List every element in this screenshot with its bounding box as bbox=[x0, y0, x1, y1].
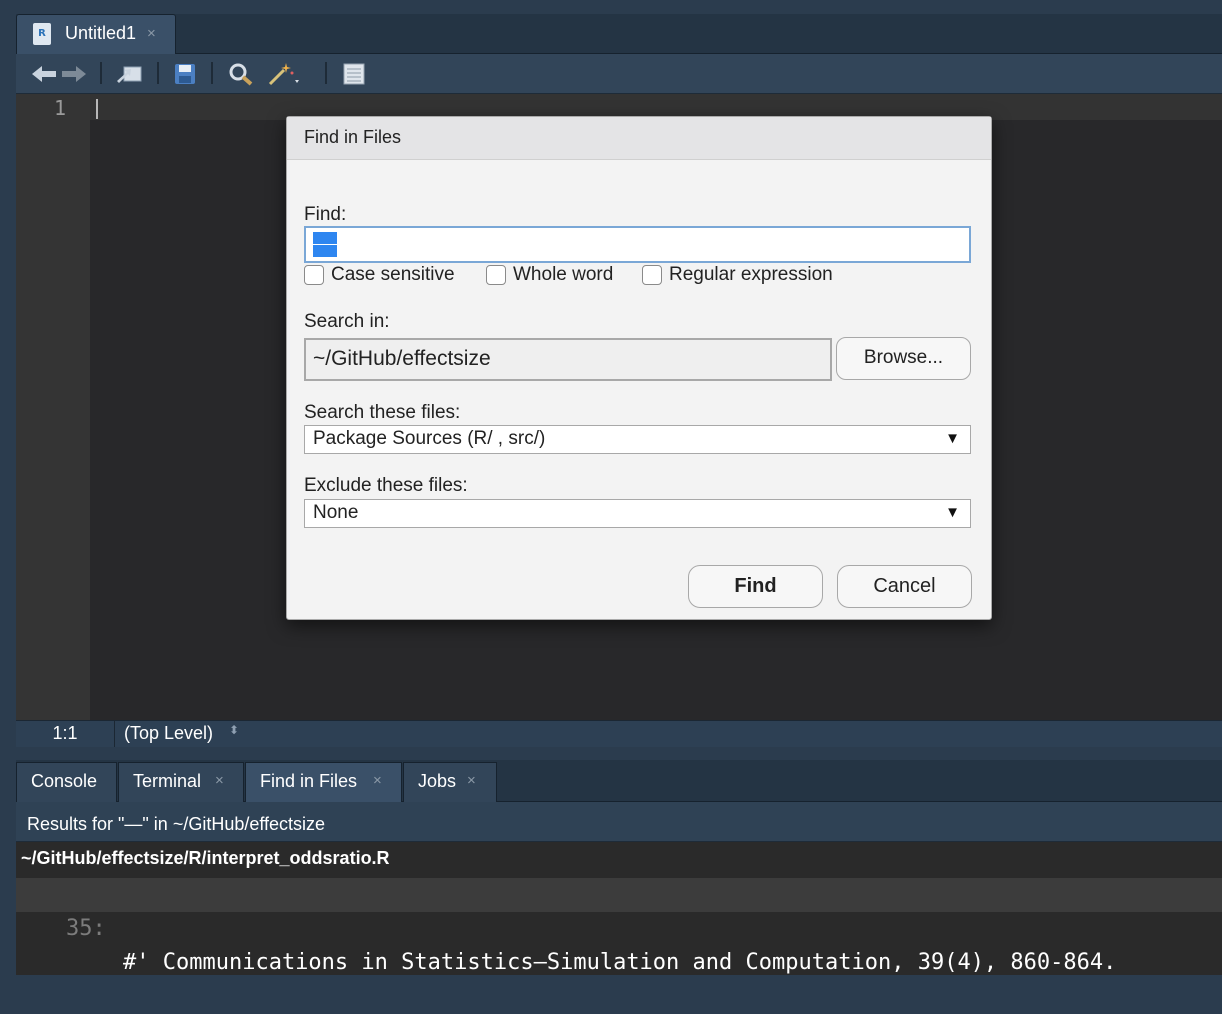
find-results-list: ~/GitHub/effectsize/R/interpret_oddsrati… bbox=[16, 842, 1222, 975]
close-tab-icon[interactable]: × bbox=[215, 763, 224, 799]
tab-terminal[interactable]: Terminal × bbox=[118, 762, 244, 802]
editor-toolbar bbox=[16, 54, 1222, 94]
toolbar-separator bbox=[211, 62, 213, 84]
dialog-titlebar: Find in Files bbox=[287, 117, 991, 160]
selected-text-highlight bbox=[313, 232, 337, 257]
console-pane: Console Terminal × Find in Files × Jobs … bbox=[16, 760, 1222, 975]
close-tab-icon[interactable]: × bbox=[147, 25, 156, 42]
line-number-gutter: 1 bbox=[16, 94, 90, 720]
toolbar-separator bbox=[325, 62, 327, 84]
result-file-path: ~/GitHub/effectsize/R/interpret_oddsrati… bbox=[21, 848, 390, 868]
exclude-files-label: Exclude these files: bbox=[304, 475, 468, 496]
whole-word-checkbox[interactable] bbox=[486, 265, 506, 285]
line-number: 1 bbox=[53, 96, 66, 120]
tab-label: Console bbox=[31, 771, 98, 791]
regex-label: Regular expression bbox=[669, 264, 833, 285]
result-match-row[interactable]: 35: #' Communications in Statistics—Simu… bbox=[16, 878, 1222, 975]
pane-tab-strip: Console Terminal × Find in Files × Jobs … bbox=[16, 760, 1222, 802]
show-in-new-window-icon[interactable] bbox=[114, 60, 144, 88]
search-in-directory-field[interactable]: ~/GitHub/effectsize bbox=[304, 338, 832, 381]
arrow-right-icon[interactable] bbox=[60, 60, 88, 88]
cancel-button[interactable]: Cancel bbox=[837, 565, 972, 608]
find-input[interactable] bbox=[304, 226, 971, 263]
search-files-select[interactable]: Package Sources (R/ , src/) ▼ bbox=[304, 425, 971, 454]
case-sensitive-option[interactable]: Case sensitive bbox=[304, 263, 455, 287]
tab-label: Find in Files bbox=[260, 771, 358, 791]
regex-checkbox[interactable] bbox=[642, 265, 662, 285]
search-files-value: Package Sources (R/ , src/) bbox=[313, 428, 546, 449]
exclude-files-value: None bbox=[313, 502, 359, 523]
whole-word-label: Whole word bbox=[513, 264, 614, 285]
whole-word-option[interactable]: Whole word bbox=[486, 263, 613, 287]
search-in-label: Search in: bbox=[304, 311, 390, 332]
arrow-left-icon[interactable] bbox=[30, 60, 58, 88]
regex-option[interactable]: Regular expression bbox=[642, 263, 833, 287]
tab-find-in-files[interactable]: Find in Files × bbox=[245, 762, 402, 802]
tab-jobs[interactable]: Jobs × bbox=[403, 762, 497, 802]
toolbar-separator bbox=[157, 62, 159, 84]
find-results-header: Results for "—" in ~/GitHub/effectsize bbox=[16, 802, 1222, 842]
find-in-files-dialog: Find in Files Find: Case sensitive Whole… bbox=[286, 116, 992, 620]
close-tab-icon[interactable]: × bbox=[467, 763, 476, 799]
tab-untitled1[interactable]: R Untitled1 × bbox=[16, 14, 176, 54]
r-file-icon: R bbox=[33, 23, 51, 45]
search-files-label: Search these files: bbox=[304, 402, 461, 423]
case-sensitive-label: Case sensitive bbox=[331, 264, 455, 285]
save-icon[interactable] bbox=[171, 60, 199, 88]
toolbar-separator bbox=[100, 62, 102, 84]
find-label: Find: bbox=[304, 204, 347, 225]
dropdown-arrow-icon: ▼ bbox=[945, 504, 960, 521]
updown-arrow-icon[interactable]: ⬍ bbox=[229, 723, 239, 737]
exclude-files-select[interactable]: None ▼ bbox=[304, 499, 971, 528]
find-button[interactable]: Find bbox=[688, 565, 823, 608]
dropdown-arrow-icon: ▼ bbox=[945, 430, 960, 447]
dialog-title: Find in Files bbox=[304, 127, 402, 147]
close-tab-icon[interactable]: × bbox=[373, 763, 382, 799]
editor-tab-strip: R Untitled1 × bbox=[16, 14, 1222, 54]
tab-label: Terminal bbox=[133, 771, 202, 791]
text-cursor bbox=[96, 99, 98, 119]
find-replace-icon[interactable] bbox=[226, 60, 256, 88]
case-sensitive-checkbox[interactable] bbox=[304, 265, 324, 285]
browse-button[interactable]: Browse... bbox=[836, 337, 971, 380]
scope-selector[interactable]: (Top Level) bbox=[124, 721, 213, 745]
result-line-number: 35: bbox=[66, 916, 106, 941]
tab-title: Untitled1 bbox=[65, 23, 137, 43]
magic-wand-icon[interactable] bbox=[266, 60, 302, 88]
tab-label: Jobs bbox=[418, 771, 457, 791]
notebook-icon[interactable] bbox=[340, 60, 368, 88]
tab-console[interactable]: Console bbox=[16, 762, 117, 802]
cursor-position: 1:1 bbox=[16, 721, 115, 747]
editor-status-bar: 1:1 (Top Level) ⬍ bbox=[16, 720, 1222, 747]
